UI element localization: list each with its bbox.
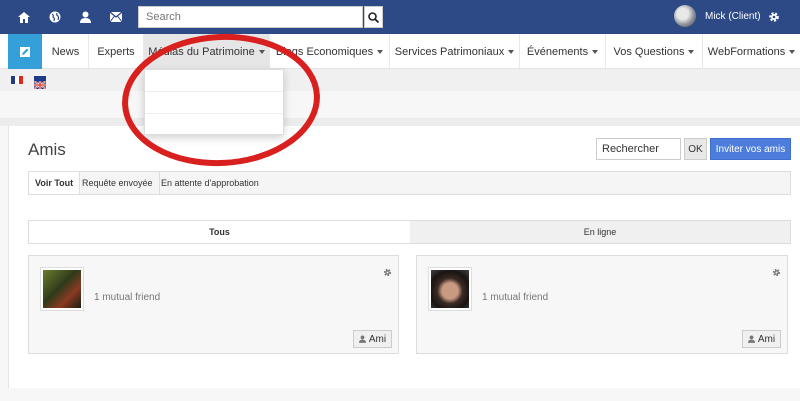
main-nav: News Experts Médias du Patrimoine Blogs …	[0, 34, 800, 69]
friends-search-input[interactable]	[596, 138, 681, 160]
medias-dropdown-menu	[144, 69, 284, 135]
filter-requete-envoyee[interactable]: Requête envoyée	[76, 172, 160, 194]
friends-tabs: Tous En ligne	[28, 220, 791, 244]
dropdown-item[interactable]	[145, 70, 283, 92]
nav-news[interactable]: News	[43, 34, 89, 69]
search-button[interactable]	[364, 6, 383, 28]
fr-flag-icon[interactable]	[11, 76, 23, 84]
search-icon	[368, 11, 379, 23]
friend-mutual-count: 1 mutual friend	[482, 292, 549, 303]
dropdown-item[interactable]	[145, 114, 283, 136]
caret-down-icon	[688, 49, 695, 54]
page-title: Amis	[28, 140, 66, 159]
caret-down-icon	[592, 49, 599, 54]
language-bar	[0, 69, 800, 91]
top-bar: Mick (Client)	[0, 0, 800, 34]
friend-avatar[interactable]	[40, 267, 84, 311]
nav-services-patrimoniaux[interactable]: Services Patrimoniaux	[390, 34, 520, 69]
gear-icon[interactable]	[383, 264, 392, 282]
dropdown-item[interactable]	[145, 92, 283, 114]
avatar[interactable]	[674, 5, 696, 27]
friend-mutual-count: 1 mutual friend	[94, 292, 161, 303]
tab-en-ligne[interactable]: En ligne	[410, 221, 790, 243]
caret-down-icon	[377, 49, 384, 54]
globe-icon[interactable]	[42, 0, 68, 34]
edit-icon	[20, 46, 30, 57]
nav-vos-questions[interactable]: Vos Questions	[606, 34, 703, 69]
caret-down-icon	[258, 49, 265, 54]
caret-down-icon	[508, 49, 515, 54]
friend-status-button[interactable]: Ami	[353, 330, 392, 348]
tab-tous[interactable]: Tous	[29, 221, 410, 243]
nav-webformations[interactable]: WebFormations	[703, 34, 800, 69]
brand-button[interactable]	[8, 34, 42, 69]
user-icon[interactable]	[72, 0, 98, 34]
friend-name[interactable]	[94, 274, 97, 288]
gear-icon[interactable]	[761, 0, 787, 34]
gear-icon[interactable]	[772, 264, 781, 282]
filter-en-attente[interactable]: En attente d'approbation	[155, 172, 265, 194]
invite-friends-button[interactable]: Inviter vos amis	[710, 138, 791, 160]
friend-status-button[interactable]: Ami	[742, 330, 781, 348]
friend-card: 1 mutual friend Ami	[416, 255, 788, 354]
uk-flag-icon[interactable]	[33, 76, 47, 90]
nav-evenements[interactable]: Événements	[520, 34, 606, 69]
envelope-icon[interactable]	[103, 0, 129, 34]
ok-button[interactable]: OK	[684, 138, 707, 160]
home-icon[interactable]	[11, 0, 37, 34]
friend-name[interactable]	[482, 274, 485, 288]
friend-avatar[interactable]	[428, 267, 472, 311]
search-input[interactable]	[138, 6, 363, 28]
content-divider	[0, 118, 800, 126]
nav-medias-du-patrimoine[interactable]: Médias du Patrimoine	[144, 34, 270, 69]
filter-voir-tout[interactable]: Voir Tout	[29, 172, 81, 194]
caret-down-icon	[789, 49, 796, 54]
friend-card: 1 mutual friend Ami	[28, 255, 399, 354]
nav-experts[interactable]: Experts	[89, 34, 144, 69]
nav-blogs-economiques[interactable]: Blogs Economiques	[270, 34, 390, 69]
user-icon	[358, 335, 366, 343]
user-name[interactable]: Mick (Client)	[705, 11, 761, 22]
user-icon	[747, 335, 755, 343]
friends-filter-bar: Voir Tout Requête envoyée En attente d'a…	[28, 171, 791, 195]
